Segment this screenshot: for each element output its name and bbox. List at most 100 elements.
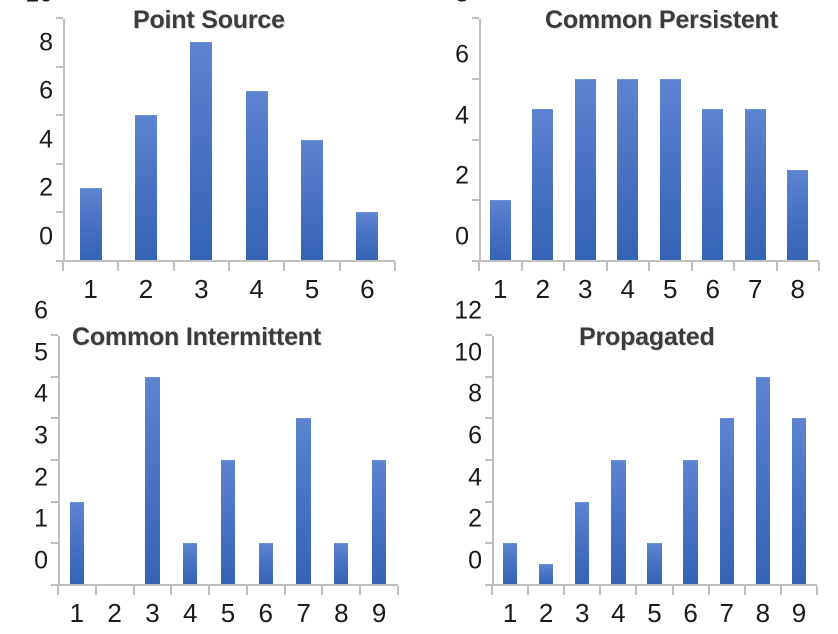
x-axis-tick (283, 586, 286, 595)
bar (787, 169, 809, 260)
x-axis-tick (491, 586, 493, 595)
bar (659, 78, 681, 260)
x-axis-tick (62, 262, 64, 271)
y-axis-tick (485, 334, 492, 336)
x-axis-line (492, 584, 817, 586)
bar (183, 543, 198, 584)
y-axis-tick (485, 375, 492, 378)
x-axis-tick-label: 7 (296, 598, 311, 628)
y-axis-tick-label: 4 (468, 463, 482, 492)
bar (702, 109, 724, 260)
bar (300, 139, 324, 260)
y-axis-tick-label: 10 (454, 338, 482, 367)
x-axis-tick-label: 3 (578, 274, 593, 304)
bar (755, 376, 771, 584)
plot-area-propagated: 0 2 4 6 8 10 12 1 2 3 4 5 6 7 8 9 (454, 298, 818, 626)
x-axis-tick (132, 586, 135, 595)
x-axis-tick-label: 3 (575, 598, 590, 628)
x-axis-tick (779, 586, 782, 595)
x-axis-tick-label: 4 (249, 274, 264, 304)
x-axis-tick-label: 5 (304, 274, 320, 304)
y-axis-tick-label: 6 (468, 421, 482, 450)
y-axis-tick-label: 0 (468, 546, 482, 575)
x-axis-tick-label: 1 (502, 598, 518, 628)
x-axis-tick (57, 586, 59, 595)
x-axis-tick-label: 6 (360, 274, 375, 304)
x-axis-tick-label: 4 (611, 598, 626, 628)
x-axis-tick (635, 586, 638, 595)
bar (145, 376, 160, 584)
x-axis-tick (321, 586, 324, 595)
x-axis-tick-label: 2 (107, 598, 122, 628)
y-axis-tick (51, 459, 58, 461)
bar (611, 460, 626, 584)
bar (356, 212, 379, 260)
x-axis-tick (478, 262, 480, 271)
bar (719, 418, 734, 584)
x-axis-tick (671, 586, 674, 595)
y-axis-tick (56, 114, 63, 117)
y-axis-tick-label: 8 (39, 28, 53, 57)
y-axis-tick-label: 2 (39, 173, 53, 202)
y-axis-line (58, 336, 60, 586)
x-axis-tick-label: 2 (538, 598, 554, 628)
plot-area-point-source: 0246810123456 (25, 0, 396, 302)
x-axis-tick-label: 6 (683, 598, 698, 628)
y-axis-tick (56, 65, 63, 68)
x-axis-tick-label: 2 (138, 274, 154, 304)
y-axis-tick-label: 3 (34, 421, 48, 450)
x-axis-tick (520, 262, 523, 271)
bar (79, 188, 102, 260)
x-axis-tick-label: 9 (791, 598, 807, 628)
x-axis-tick (690, 262, 693, 271)
y-axis-tick (485, 500, 492, 503)
y-axis-tick-label: 12 (454, 296, 482, 325)
bar (791, 418, 807, 584)
y-axis-tick-label: 8 (455, 0, 469, 7)
y-axis-tick-label: 8 (468, 379, 482, 408)
y-axis-tick-label: 4 (455, 101, 469, 129)
y-axis-tick-label: 2 (34, 463, 48, 492)
x-axis-tick (245, 586, 248, 595)
x-axis-line (58, 584, 398, 586)
x-axis-tick (733, 262, 735, 271)
x-axis-tick (743, 586, 746, 595)
y-axis-tick-label: 1 (34, 504, 48, 533)
x-axis-tick (94, 586, 97, 595)
bar (220, 460, 236, 584)
bar (245, 90, 268, 260)
x-axis-tick (816, 586, 818, 595)
x-axis-tick (394, 262, 396, 271)
bar (647, 543, 662, 584)
y-axis-tick (56, 17, 63, 19)
x-axis-tick (228, 262, 230, 271)
y-axis-tick (485, 417, 492, 420)
bar (371, 460, 387, 584)
x-axis-tick (397, 586, 399, 595)
bar (683, 460, 698, 584)
bar (532, 109, 554, 260)
x-axis-tick (707, 586, 710, 595)
x-axis-tick-label: 4 (182, 598, 198, 628)
y-axis-tick-label: 10 (25, 0, 53, 7)
x-axis-tick (527, 586, 530, 595)
x-axis-tick (599, 586, 602, 595)
x-axis-tick-label: 4 (620, 274, 635, 304)
y-axis-tick-label: 6 (455, 40, 469, 69)
y-axis-tick (51, 334, 58, 336)
chart-panel-point-source: Point Source 0246810123456 (0, 0, 419, 317)
bar (744, 109, 766, 260)
bar (258, 543, 273, 584)
y-axis-tick (51, 375, 58, 378)
bar (296, 418, 311, 584)
x-axis-tick-label: 9 (371, 598, 387, 628)
y-axis-tick-label: 6 (39, 76, 53, 105)
x-axis-tick-label: 1 (493, 274, 508, 304)
x-axis-tick (563, 262, 565, 271)
y-axis-line (63, 19, 65, 262)
x-axis-tick-label: 8 (790, 274, 805, 304)
x-axis-tick-label: 3 (194, 274, 209, 304)
y-axis-tick (472, 17, 479, 19)
x-axis-tick (283, 262, 286, 271)
x-axis-tick-label: 2 (535, 274, 550, 304)
